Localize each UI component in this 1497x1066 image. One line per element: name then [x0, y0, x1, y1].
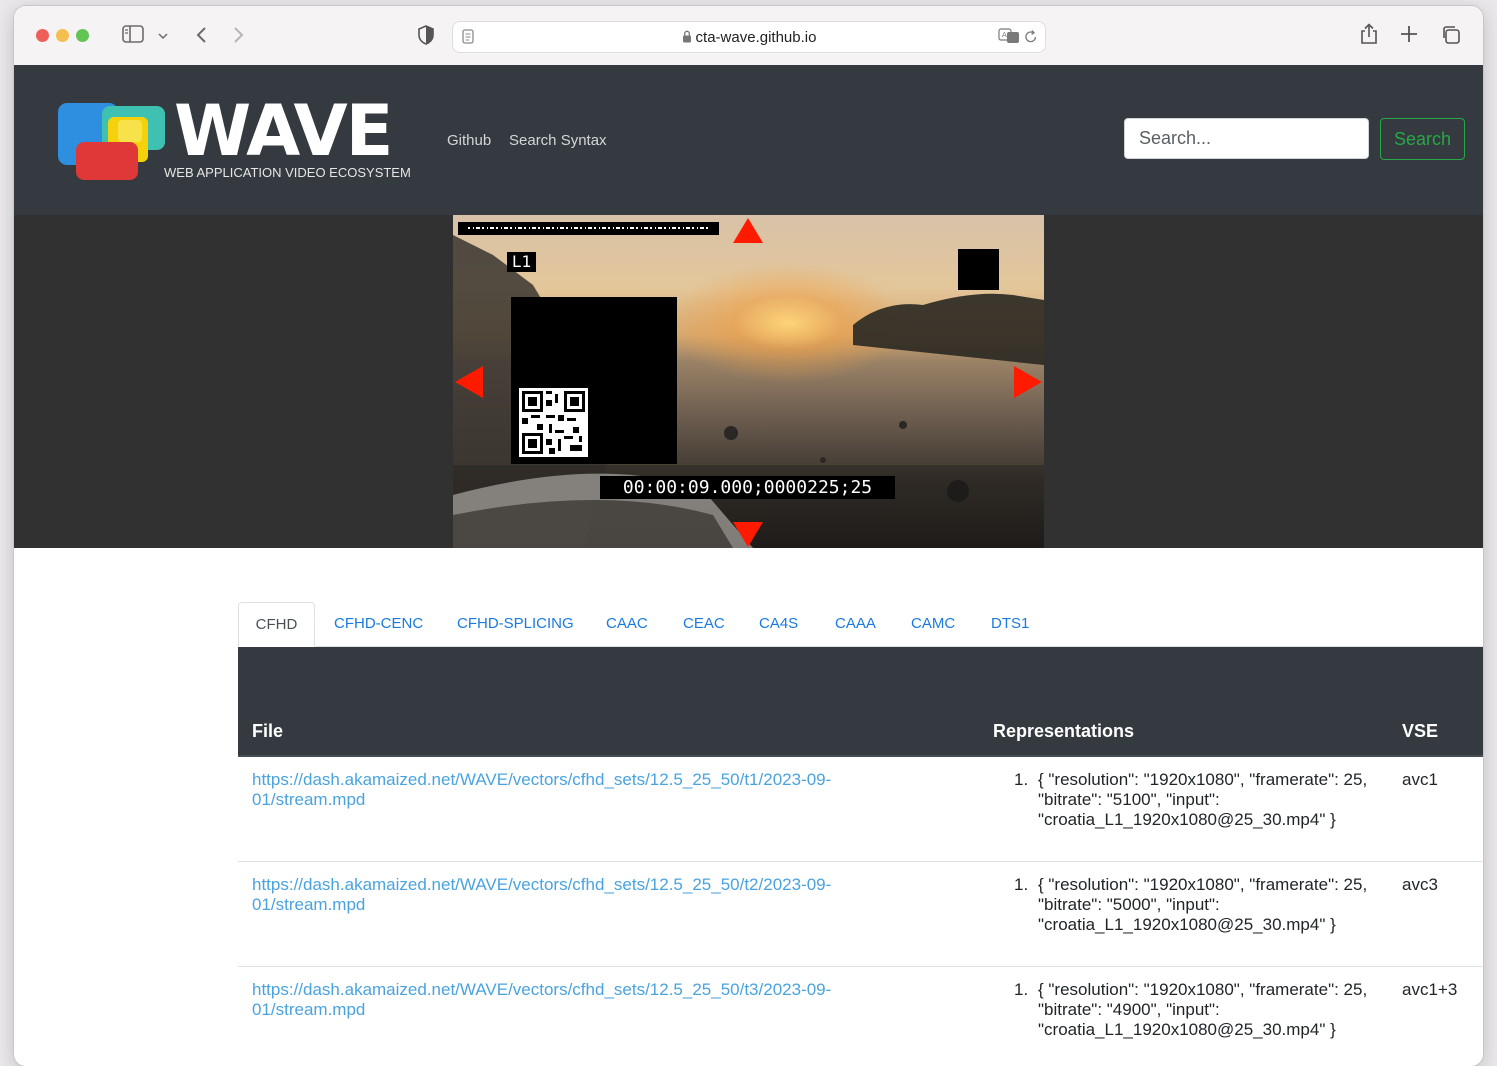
- representation-number: 1.: [1014, 875, 1029, 894]
- address-url-text: cta-wave.github.io: [695, 29, 817, 46]
- tab-overview-icon[interactable]: [1441, 25, 1461, 49]
- search-button[interactable]: Search: [1380, 118, 1465, 160]
- vse-value: avc1+3: [1402, 980, 1458, 999]
- representation-number: 1.: [1014, 770, 1029, 789]
- new-tab-icon[interactable]: [1400, 25, 1418, 47]
- column-header-vse: VSE: [1402, 721, 1439, 741]
- svg-text:A: A: [1002, 31, 1007, 39]
- share-icon[interactable]: [1360, 23, 1378, 49]
- reload-icon[interactable]: [1024, 29, 1038, 49]
- video-area: L1 00:00:09.000;0000225;25: [14, 215, 1483, 548]
- video-layer-label: L1: [507, 252, 536, 272]
- logo-subtitle: WEB APPLICATION VIDEO ECOSYSTEM: [164, 165, 411, 180]
- translate-icon[interactable]: A: [998, 28, 1020, 49]
- chevron-down-icon[interactable]: [158, 27, 168, 47]
- search-input[interactable]: [1124, 118, 1369, 159]
- wave-logo[interactable]: WAVE WEB APPLICATION VIDEO ECOSYSTEM: [58, 90, 411, 182]
- representation-item: { "resolution": "1920x1080", "framerate"…: [1038, 770, 1368, 829]
- stream-file-link[interactable]: https://dash.akamaized.net/WAVE/vectors/…: [252, 770, 902, 810]
- qr-code-icon: [519, 388, 588, 457]
- minimize-window-button[interactable]: [56, 29, 69, 42]
- representation-item: { "resolution": "1920x1080", "framerate"…: [1038, 980, 1368, 1039]
- browser-titlebar: cta-wave.github.io A: [14, 6, 1483, 66]
- right-marker-icon: [1014, 366, 1042, 398]
- column-header-file: File: [252, 721, 284, 741]
- column-header-representations: Representations: [993, 721, 1135, 741]
- tab-ceac[interactable]: CEAC: [683, 602, 725, 645]
- video-timecode: 00:00:09.000;0000225;25: [600, 476, 895, 499]
- nav-link-github[interactable]: Github: [447, 132, 491, 149]
- close-window-button[interactable]: [36, 29, 49, 42]
- video-timing-barcode: [458, 222, 719, 235]
- tab-dts1[interactable]: DTS1: [991, 602, 1029, 645]
- nav-link-search-syntax[interactable]: Search Syntax: [509, 132, 607, 149]
- zoom-window-button[interactable]: [76, 29, 89, 42]
- browser-window: cta-wave.github.io A WAVE WEB APPLICATIO…: [14, 6, 1483, 1066]
- bottom-marker-icon: [733, 522, 763, 547]
- logo-title: WAVE: [174, 90, 393, 172]
- table-row: https://dash.akamaized.net/WAVE/vectors/…: [238, 861, 1483, 967]
- tab-cfhd-splicing[interactable]: CFHD-SPLICING: [457, 602, 574, 645]
- privacy-shield-icon[interactable]: [417, 25, 435, 49]
- lock-icon: [682, 30, 692, 47]
- table-row: https://dash.akamaized.net/WAVE/vectors/…: [238, 966, 1483, 1066]
- video-black-box-large: [511, 297, 677, 464]
- tab-ca4s[interactable]: CA4S: [759, 602, 798, 645]
- tab-caac[interactable]: CAAC: [606, 602, 648, 645]
- codec-tabs: CFHD CFHD-CENC CFHD-SPLICING CAAC CEAC C…: [238, 602, 1483, 647]
- video-player[interactable]: L1 00:00:09.000;0000225;25: [453, 215, 1044, 548]
- site-navbar: WAVE WEB APPLICATION VIDEO ECOSYSTEM Git…: [14, 65, 1483, 215]
- tab-cfhd[interactable]: CFHD: [238, 602, 315, 647]
- vse-value: avc1: [1402, 770, 1438, 789]
- tab-caaa[interactable]: CAAA: [835, 602, 876, 645]
- representation-item: { "resolution": "1920x1080", "framerate"…: [1038, 875, 1368, 934]
- tab-cfhd-cenc[interactable]: CFHD-CENC: [334, 602, 423, 645]
- forward-icon[interactable]: [233, 26, 245, 48]
- table-row: https://dash.akamaized.net/WAVE/vectors/…: [238, 756, 1483, 862]
- address-url: cta-wave.github.io: [453, 29, 1045, 47]
- top-marker-icon: [733, 218, 763, 243]
- back-icon[interactable]: [195, 26, 207, 48]
- left-marker-icon: [455, 366, 483, 398]
- stream-file-link[interactable]: https://dash.akamaized.net/WAVE/vectors/…: [252, 980, 902, 1020]
- table-header: File Representations VSE: [238, 647, 1483, 757]
- sidebar-toggle-icon[interactable]: [122, 25, 144, 47]
- video-black-box-small: [958, 249, 999, 290]
- address-bar[interactable]: cta-wave.github.io A: [452, 21, 1046, 53]
- stream-file-link[interactable]: https://dash.akamaized.net/WAVE/vectors/…: [252, 875, 902, 915]
- vse-value: avc3: [1402, 875, 1438, 894]
- representation-number: 1.: [1014, 980, 1029, 999]
- tab-camc[interactable]: CAMC: [911, 602, 955, 645]
